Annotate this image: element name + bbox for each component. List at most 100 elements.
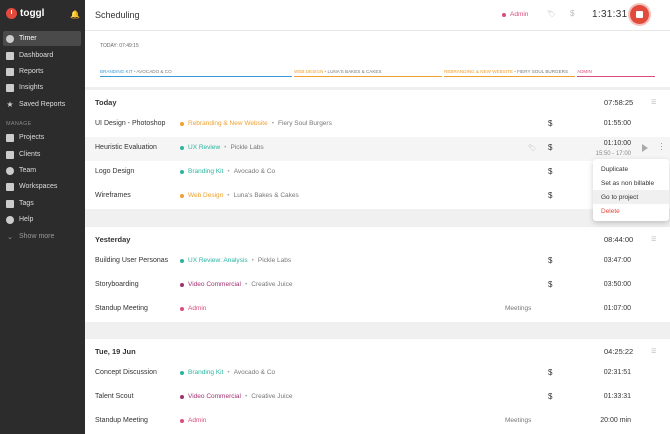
stop-timer-button[interactable] (630, 5, 649, 24)
tag-icon[interactable]: 🏷 (528, 144, 536, 152)
entry-duration[interactable]: 01:07:00 (604, 305, 631, 312)
sidebar-item-dashboard[interactable]: Dashboard (3, 48, 81, 63)
day-group-header: Today 07:58:25 ☰ (85, 89, 670, 113)
current-entry-project[interactable]: Admin (502, 11, 528, 18)
entry-description[interactable]: Talent Scout (95, 393, 134, 400)
tag-icon[interactable]: 🏷 (547, 10, 556, 18)
sidebar-item-saved-reports[interactable]: ★ Saved Reports (3, 97, 81, 112)
entry-description[interactable]: Logo Design (95, 168, 134, 175)
project-label: Web Design (188, 192, 224, 199)
timeline-segment[interactable]: WEB DESIGN • LUNA'S BAKES & CAKES (294, 69, 442, 77)
billable-dollar-icon[interactable]: $ (548, 167, 552, 176)
client-label: Pickle Labs (230, 144, 264, 151)
collapse-icon[interactable]: ☰ (651, 348, 656, 355)
entry-duration[interactable]: 20:00 min (600, 417, 631, 424)
entry-description[interactable]: UI Design - Photoshop (95, 120, 165, 127)
entry-project[interactable]: UX Review: Analysis • Pickle Labs (180, 257, 291, 264)
time-entry-row[interactable]: Storyboarding Video Commercial • Creativ… (85, 274, 670, 298)
sidebar-item-team[interactable]: Team (3, 163, 81, 178)
billable-dollar-icon[interactable]: $ (548, 256, 552, 265)
client-label: Creative Juice (251, 281, 293, 288)
timeline-segment[interactable]: REBRANDING & NEW WEBSITE • FIERY SOUL BU… (444, 69, 575, 77)
entry-description[interactable]: Heuristic Evaluation (95, 144, 157, 151)
time-entry-row[interactable]: Logo Design Branding Kit • Avocado & Co … (85, 161, 670, 185)
day-title: Yesterday (95, 235, 131, 244)
time-entry-row[interactable]: UI Design - Photoshop Rebranding & New W… (85, 113, 670, 137)
billable-dollar-icon[interactable]: $ (570, 9, 574, 18)
entry-duration[interactable]: 03:47:00 (604, 257, 631, 264)
entry-duration[interactable]: 01:33:31 (604, 393, 631, 400)
sidebar-item-tags[interactable]: Tags (3, 196, 81, 211)
entry-tag[interactable]: Meetings (505, 417, 531, 424)
time-entry-row[interactable]: Wireframes Web Design • Luna's Bakes & C… (85, 185, 670, 209)
entry-project[interactable]: Video Commercial • Creative Juice (180, 393, 292, 400)
entry-description[interactable]: Building User Personas (95, 257, 168, 264)
clients-icon (6, 150, 14, 159)
time-entry-row[interactable]: Standup Meeting Admin Meetings 20:00 min (85, 410, 670, 434)
dashboard-icon (6, 51, 14, 60)
sidebar-item-label: Insights (19, 84, 44, 91)
sidebar-item-insights[interactable]: Insights (3, 80, 81, 95)
entry-description[interactable]: Standup Meeting (95, 305, 148, 312)
menu-item-go-to-project[interactable]: Go to project (593, 190, 669, 204)
entry-description[interactable]: Wireframes (95, 192, 131, 199)
entry-time-range[interactable]: 15:50 - 17:00 (596, 151, 631, 157)
entry-description[interactable]: Standup Meeting (95, 417, 148, 424)
billable-dollar-icon[interactable]: $ (548, 143, 552, 152)
time-entry-row[interactable]: Building User Personas UX Review: Analys… (85, 250, 670, 274)
billable-dollar-icon[interactable]: $ (548, 368, 552, 377)
sidebar-item-timer[interactable]: Timer (3, 31, 81, 46)
timeline-segment[interactable]: BRANDING KIT • AVOCADO & CO (100, 69, 292, 77)
client-label: Luna's Bakes & Cakes (233, 192, 299, 199)
entry-project[interactable]: Admin (180, 305, 206, 312)
billable-dollar-icon[interactable]: $ (548, 280, 552, 289)
entry-project[interactable]: Branding Kit • Avocado & Co (180, 369, 275, 376)
entry-project[interactable]: Admin (180, 417, 206, 424)
insights-icon (6, 83, 14, 92)
entry-duration[interactable]: 01:10:00 (604, 140, 631, 147)
manage-section-label: MANAGE (6, 121, 32, 127)
sidebar-item-workspaces[interactable]: Workspaces (3, 179, 81, 194)
sidebar-item-clients[interactable]: Clients (3, 147, 81, 162)
entry-duration[interactable]: 01:55:00 (604, 120, 631, 127)
entry-description[interactable]: Storyboarding (95, 281, 139, 288)
sidebar-item-projects[interactable]: Projects (3, 130, 81, 145)
current-entry-description[interactable]: Scheduling (95, 10, 140, 20)
show-more-label: Show more (19, 233, 55, 240)
entry-duration[interactable]: 03:50:00 (604, 281, 631, 288)
menu-item-set-non-billable[interactable]: Set as non billable (593, 176, 669, 190)
menu-item-duplicate[interactable]: Duplicate (593, 162, 669, 176)
sidebar-item-help[interactable]: Help (3, 212, 81, 227)
entry-project[interactable]: Branding Kit • Avocado & Co (180, 168, 275, 175)
sidebar-item-label: Tags (19, 200, 34, 207)
bell-icon[interactable]: 🔔 (70, 10, 80, 19)
toggl-logo-icon (6, 8, 17, 19)
more-options-icon[interactable]: · · · (660, 140, 663, 154)
time-entry-row[interactable]: Heuristic Evaluation UX Review • Pickle … (85, 137, 670, 161)
billable-dollar-icon[interactable]: $ (548, 191, 552, 200)
menu-item-delete[interactable]: Delete (593, 204, 669, 218)
entry-project[interactable]: Video Commercial • Creative Juice (180, 281, 292, 288)
entry-description[interactable]: Concept Discussion (95, 369, 157, 376)
show-more-button[interactable]: ⌄ Show more (3, 229, 81, 244)
collapse-icon[interactable]: ☰ (651, 236, 656, 243)
entry-project[interactable]: UX Review • Pickle Labs (180, 144, 264, 151)
billable-dollar-icon[interactable]: $ (548, 119, 552, 128)
entry-duration[interactable]: 02:31:51 (604, 369, 631, 376)
project-color-dot (180, 370, 184, 375)
entry-context-menu: Duplicate Set as non billable Go to proj… (593, 159, 669, 221)
time-entry-row[interactable]: Concept Discussion Branding Kit • Avocad… (85, 362, 670, 386)
entry-project[interactable]: Web Design • Luna's Bakes & Cakes (180, 192, 299, 199)
collapse-icon[interactable]: ☰ (651, 99, 656, 106)
time-entry-row[interactable]: Standup Meeting Admin Meetings 01:07:00 (85, 298, 670, 322)
billable-dollar-icon[interactable]: $ (548, 392, 552, 401)
entry-project[interactable]: Rebranding & New Website • Fiery Soul Bu… (180, 120, 332, 127)
play-icon[interactable] (642, 144, 648, 152)
reports-icon (6, 67, 14, 76)
sidebar-item-reports[interactable]: Reports (3, 64, 81, 79)
time-entry-row[interactable]: Talent Scout Video Commercial • Creative… (85, 386, 670, 410)
timeline-segment[interactable]: ADMIN (577, 69, 655, 77)
project-color-dot (180, 306, 184, 311)
entry-tag[interactable]: Meetings (505, 305, 531, 312)
toggl-logo[interactable]: toggl (6, 8, 44, 19)
